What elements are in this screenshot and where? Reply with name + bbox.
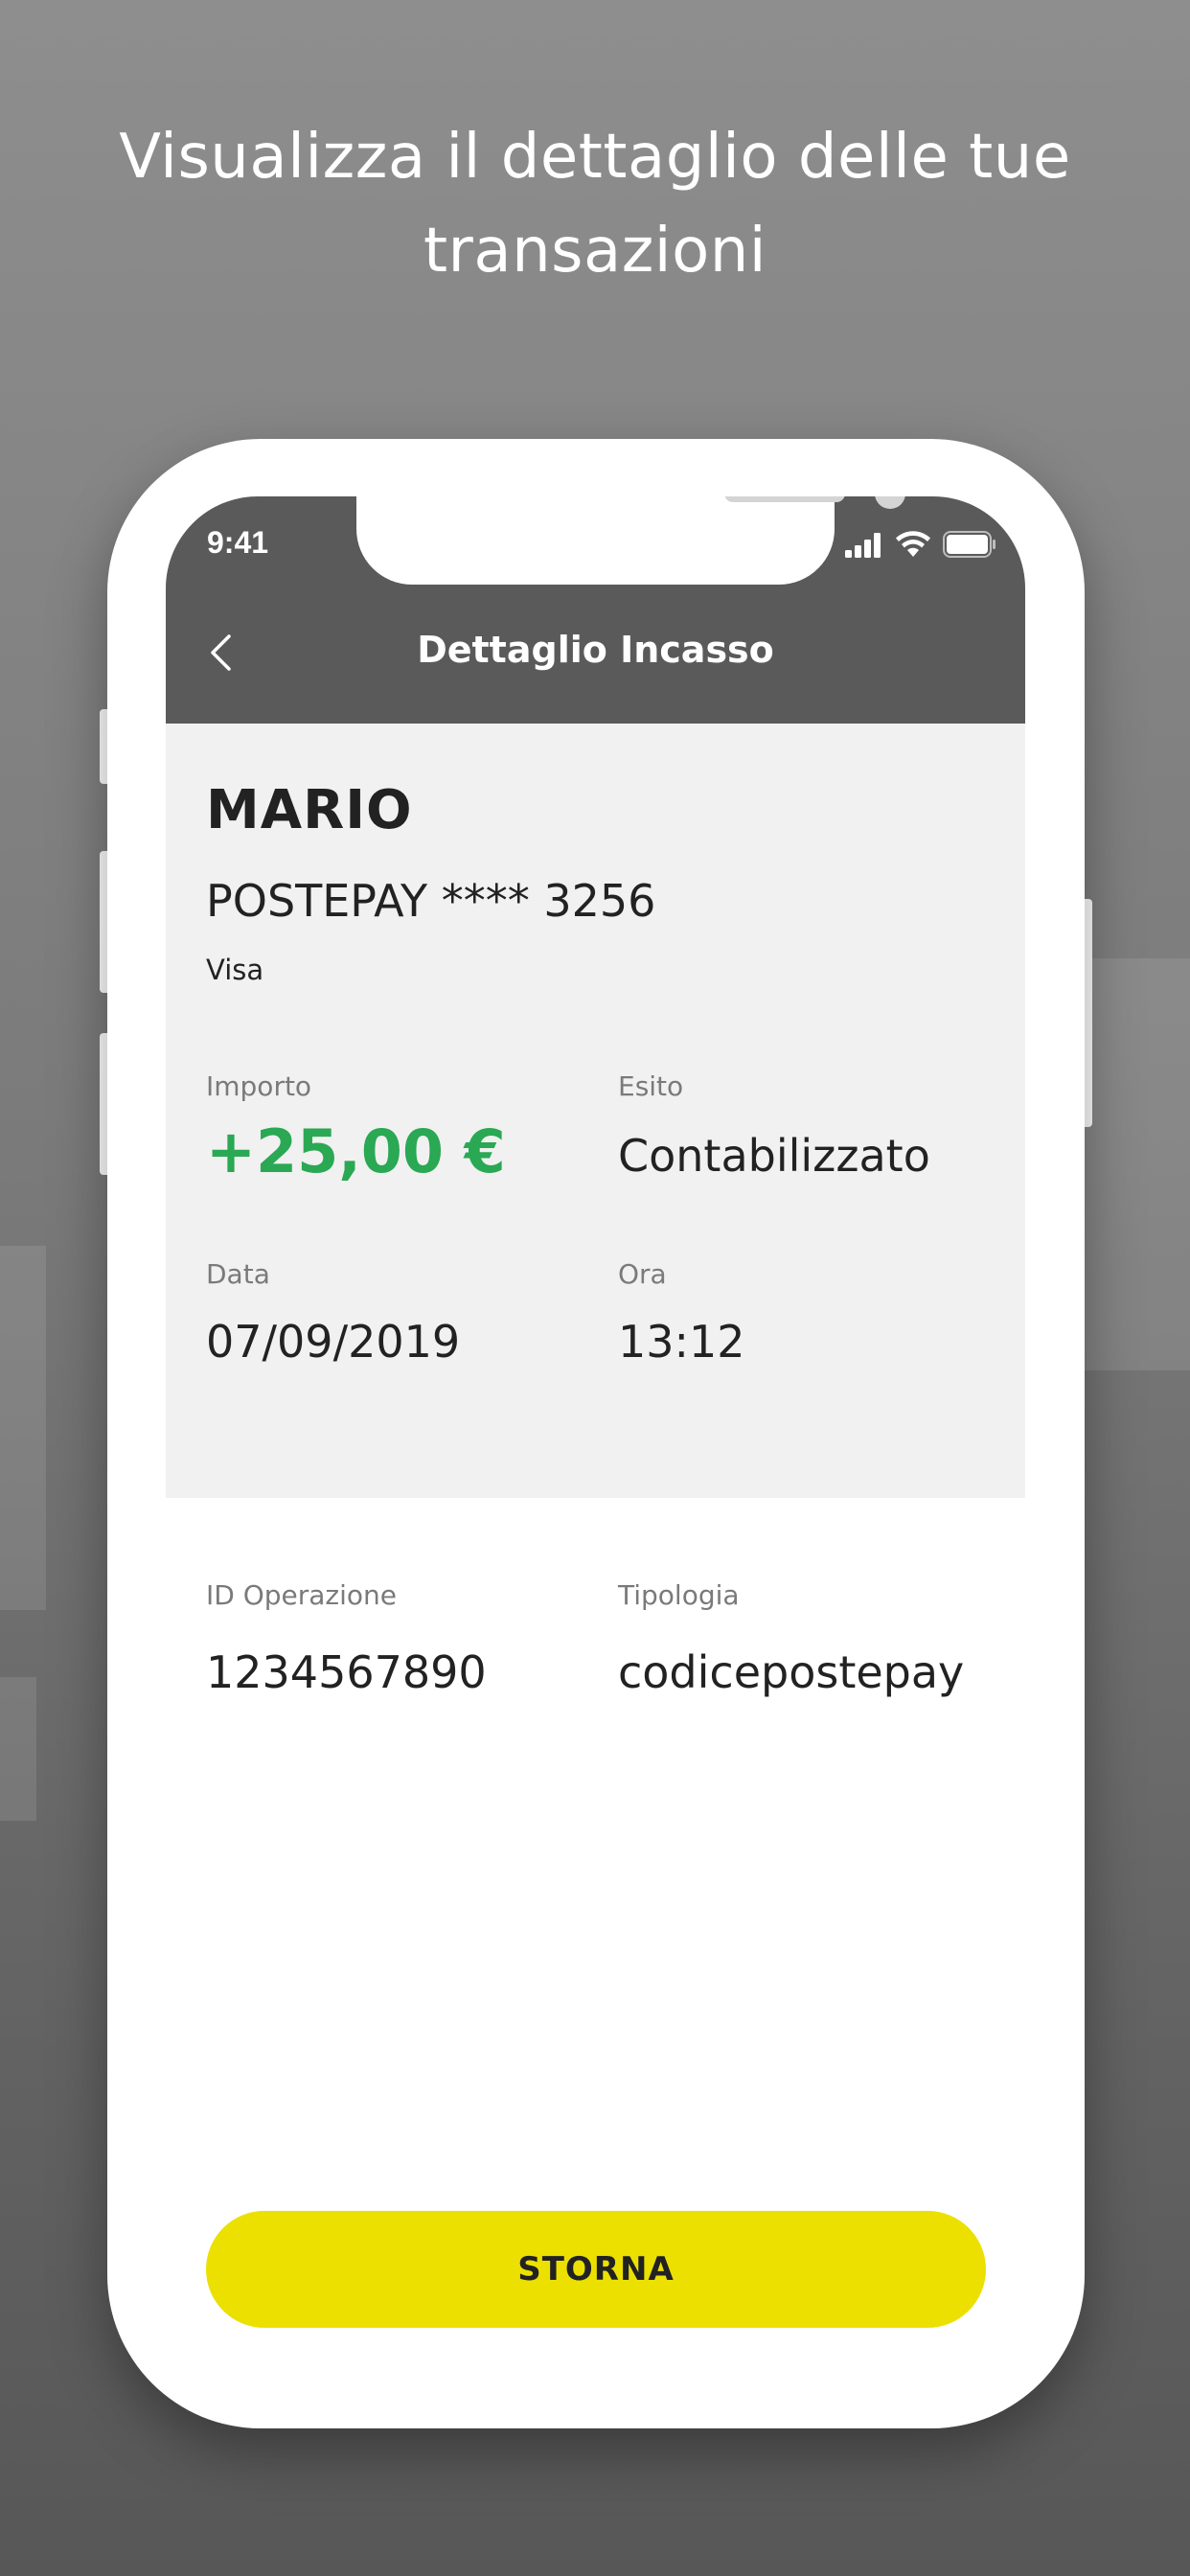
speaker-grille xyxy=(724,496,845,502)
amount-label: Importo xyxy=(206,1070,312,1102)
background-building-right xyxy=(1085,958,1190,1370)
type-label: Tipologia xyxy=(618,1579,740,1611)
cellular-signal-icon xyxy=(845,533,881,558)
amount-value: +25,00 € xyxy=(206,1116,506,1186)
storna-button[interactable]: STORNA xyxy=(206,2211,986,2328)
transaction-summary: MARIO POSTEPAY **** 3256 Visa Importo +2… xyxy=(166,724,1025,1498)
card-circuit: Visa xyxy=(206,954,264,986)
customer-name: MARIO xyxy=(206,779,413,841)
operation-id-label: ID Operazione xyxy=(206,1579,398,1611)
outcome-value: Contabilizzato xyxy=(618,1130,930,1182)
phone-screen: 9:41 Dettaglio Incasso MARIO POSTEPAY **… xyxy=(166,496,1025,2371)
wifi-icon xyxy=(896,531,930,557)
operation-id-value: 1234567890 xyxy=(206,1646,487,1698)
page-title: Dettaglio Incasso xyxy=(417,629,774,671)
background-building-left xyxy=(0,1246,46,1610)
promo-headline: Visualizza il dettaglio delle tue transa… xyxy=(119,122,1071,287)
status-bar-icons xyxy=(845,529,996,558)
app-header: 9:41 Dettaglio Incasso xyxy=(166,496,1025,724)
background-building-left-bottom xyxy=(0,1677,36,1821)
status-bar-time: 9:41 xyxy=(207,525,269,560)
battery-icon xyxy=(943,531,995,558)
phone-notch xyxy=(356,496,905,585)
date-value: 07/09/2019 xyxy=(206,1316,461,1368)
outcome-label: Esito xyxy=(618,1070,684,1102)
time-label: Ora xyxy=(618,1258,667,1290)
time-value: 13:12 xyxy=(618,1316,745,1368)
card-number: POSTEPAY **** 3256 xyxy=(206,875,656,927)
front-camera xyxy=(875,496,905,509)
date-label: Data xyxy=(206,1258,270,1290)
type-value: codicepostepay xyxy=(618,1646,965,1698)
